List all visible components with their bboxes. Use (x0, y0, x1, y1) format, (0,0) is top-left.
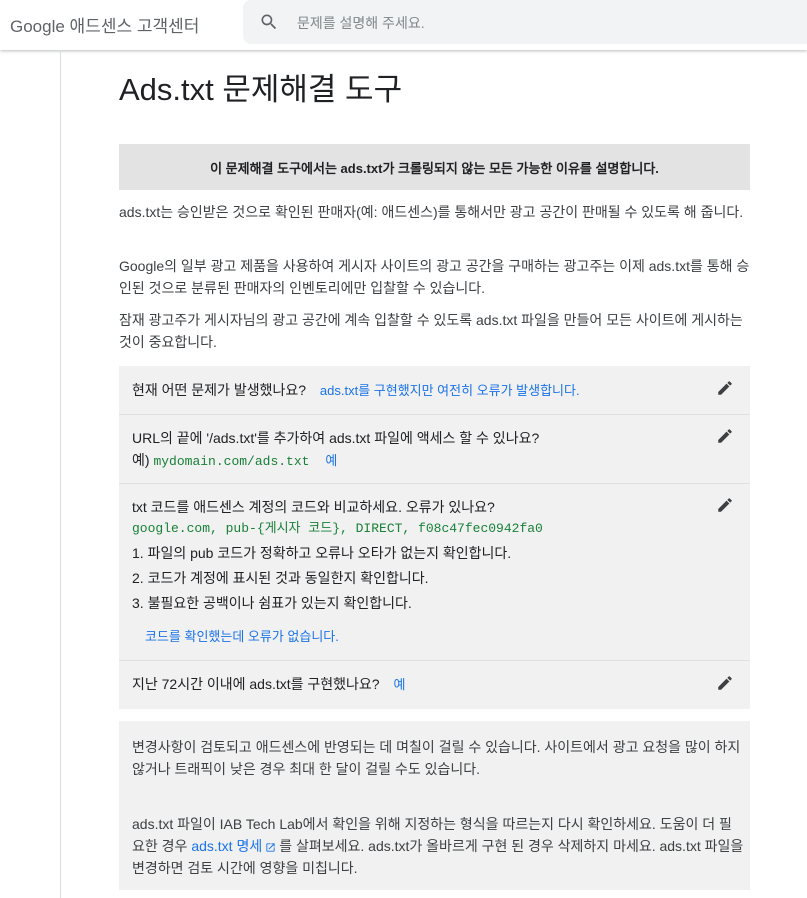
notice-text: 이 문제해결 도구에서는 ads.txt가 크롤링되지 않는 모든 가능한 이유… (210, 160, 659, 176)
step-1-answer-link[interactable]: ads.txt를 구현했지만 여전히 오류가 발생합니다. (320, 383, 580, 398)
checklist-item: 1. 파일의 pub 코드가 정확하고 오류나 오타가 없는지 확인합니다. (132, 545, 512, 561)
step-2-example: 예) mydomain.com/ads.txt 예 (132, 450, 337, 472)
info-paragraph-1: 변경사항이 검토되고 애드센스에 반영되는 데 며칠이 걸릴 수 있습니다. 사… (132, 739, 741, 777)
step-2-example-code: mydomain.com/ads.txt (153, 454, 310, 469)
checklist-item: 2. 코드가 계정에 표시된 것과 동일한지 확인합니다. (132, 570, 429, 586)
page-title: Ads.txt 문제해결 도구 (119, 72, 403, 107)
checklist-item: 3. 불필요한 공백이나 쉼표가 있는지 확인합니다. (132, 595, 412, 611)
info-paragraph-2: ads.txt 파일이 IAB Tech Lab에서 확인을 위해 지정하는 형… (132, 813, 744, 879)
intro-paragraph-3: 잠재 광고주가 게시자님의 광고 공간에 계속 입찰할 수 있도록 ads.tx… (119, 312, 743, 350)
intro-paragraph-1: ads.txt는 승인받은 것으로 확인된 판매자(예: 애드센스)를 통해서만… (119, 204, 744, 220)
step-divider (119, 660, 750, 661)
site-logo[interactable]: Google 애드센스 고객센터 (10, 12, 199, 37)
pencil-edit-icon[interactable] (716, 674, 734, 692)
pencil-edit-icon[interactable] (716, 379, 734, 397)
pencil-edit-icon[interactable] (716, 496, 734, 514)
step-divider (119, 483, 750, 484)
step-1-question: 현재 어떤 문제가 발생했나요? (132, 382, 307, 398)
notice-banner: 이 문제해결 도구에서는 ads.txt가 크롤링되지 않는 모든 가능한 이유… (119, 144, 750, 190)
ads-txt-code-line: google.com, pub-{게시자 코드}, DIRECT, f08c47… (132, 521, 543, 536)
search-icon[interactable] (259, 12, 279, 32)
top-bar: Google 애드센스 고객센터 (0, 0, 807, 50)
step-1: 현재 어떤 문제가 발생했나요? ads.txt를 구현했지만 여전히 오류가 … (132, 380, 580, 401)
left-divider (60, 50, 61, 898)
step-2-answer-link[interactable]: 예 (325, 453, 337, 468)
step-4: 지난 72시간 이내에 ads.txt를 구현했나요? 예 (132, 674, 405, 695)
step-2-example-prefix: 예) (132, 452, 150, 468)
step-divider (119, 414, 750, 415)
step-3-answer-link[interactable]: 코드를 확인했는데 오류가 없습니다. (145, 627, 339, 647)
search-input[interactable] (295, 0, 779, 46)
step-4-question: 지난 72시간 이내에 ads.txt를 구현했나요? (132, 676, 380, 692)
pencil-edit-icon[interactable] (716, 427, 734, 445)
open-in-new-icon (266, 843, 275, 852)
step-4-answer-link[interactable]: 예 (394, 677, 406, 692)
ads-txt-spec-link[interactable]: ads.txt 명세 (191, 838, 279, 854)
step-2-question: URL의 끝에 '/ads.txt'를 추가하여 ads.txt 파일에 액세스… (132, 430, 540, 446)
step-3-question: txt 코드를 애드센스 계정의 코드와 비교하세요. 오류가 있나요? (132, 499, 495, 515)
search-box[interactable] (243, 0, 807, 46)
ads-txt-spec-link-label: ads.txt 명세 (191, 838, 263, 854)
intro-paragraph-2: Google의 일부 광고 제품을 사용하여 게시자 사이트의 광고 공간을 구… (119, 258, 750, 296)
